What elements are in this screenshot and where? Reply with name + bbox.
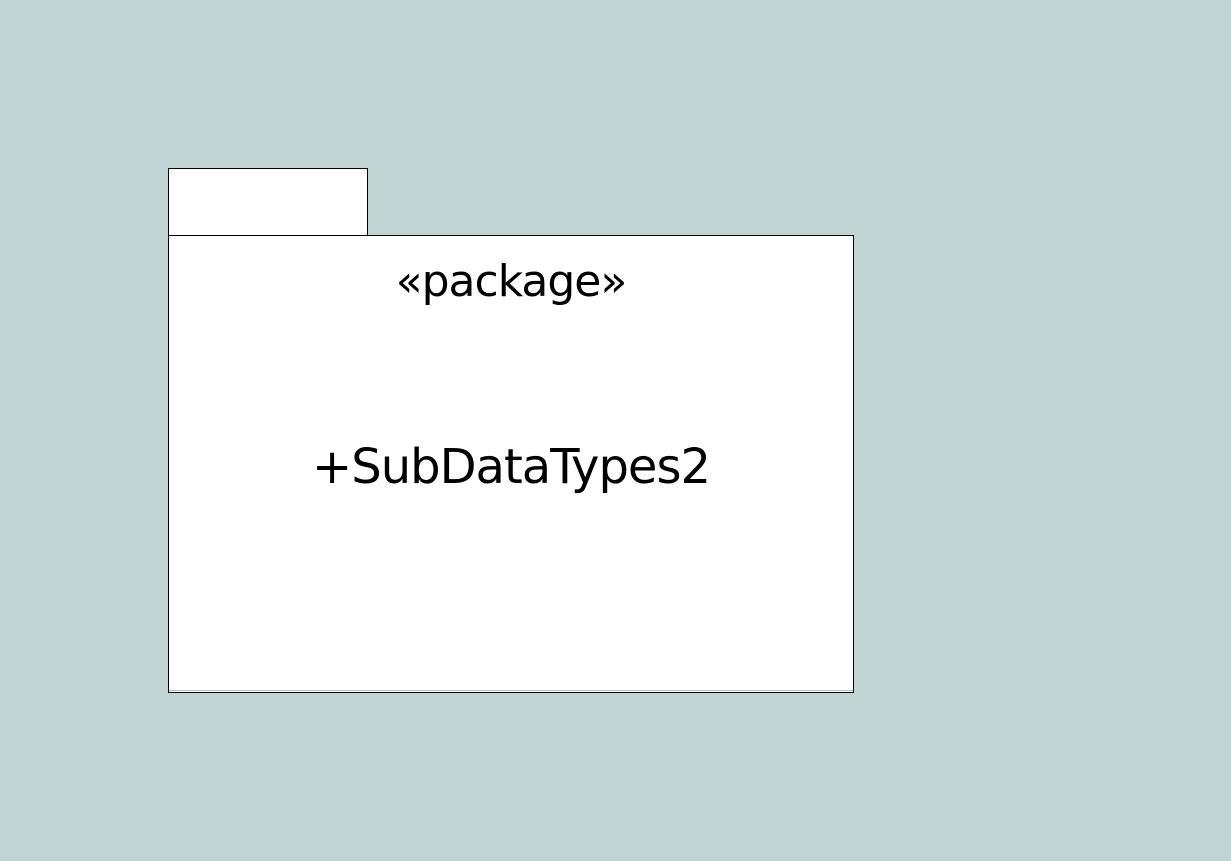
package-node[interactable]: «package» +SubDataTypes2 xyxy=(168,235,854,693)
package-name: +SubDataTypes2 xyxy=(312,439,711,495)
package-stereotype: «package» xyxy=(395,256,628,307)
package-tab[interactable] xyxy=(168,168,368,236)
